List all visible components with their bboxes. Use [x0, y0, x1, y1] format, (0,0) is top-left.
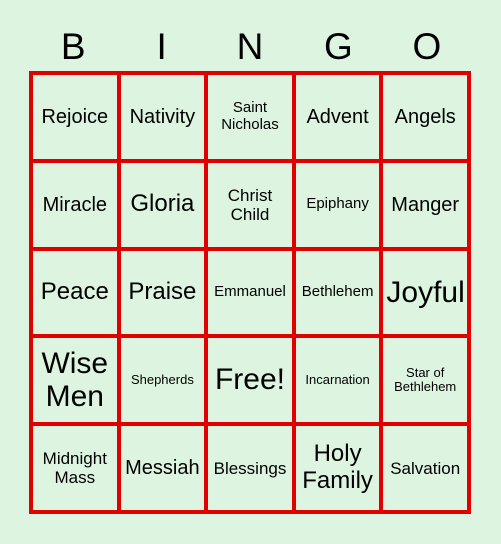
bingo-cell-g5[interactable]: Holy Family — [295, 426, 380, 510]
bingo-cell-o1[interactable]: Angels — [383, 75, 467, 159]
bingo-cell-label: Rejoice — [41, 105, 109, 128]
bingo-cell-b1[interactable]: Rejoice — [33, 75, 117, 159]
bingo-cell-o2[interactable]: Manger — [383, 162, 467, 247]
bingo-cell-b3[interactable]: Peace — [33, 250, 117, 335]
bingo-cell-g1[interactable]: Advent — [295, 75, 380, 159]
bingo-grid: Rejoice Nativity Saint Nicholas Advent A… — [29, 71, 471, 514]
bingo-cell-g3[interactable]: Bethlehem — [295, 250, 380, 335]
bingo-cell-label: Star of Bethlehem — [394, 364, 457, 395]
bingo-cell-free[interactable]: Free! — [208, 338, 292, 423]
bingo-cell-label: Salvation — [390, 458, 461, 478]
bingo-cell-n1[interactable]: Saint Nicholas — [208, 75, 292, 159]
bingo-cell-i5[interactable]: Messiah — [120, 426, 205, 510]
bingo-cell-label: Saint Nicholas — [221, 99, 279, 133]
bingo-cell-o3[interactable]: Joyful — [383, 250, 467, 335]
bingo-cell-label: Holy Family — [302, 440, 373, 495]
bingo-cell-label: Wise Men — [41, 346, 109, 414]
bingo-cell-label: Miracle — [42, 193, 108, 216]
bingo-cell-label: Midnight Mass — [42, 449, 107, 488]
bingo-cell-label: Gloria — [130, 190, 195, 218]
bingo-cell-label: Shepherds — [130, 372, 194, 388]
bingo-cell-i1[interactable]: Nativity — [120, 75, 205, 159]
bingo-cell-label: Manger — [391, 193, 460, 216]
header-letter-g: G — [324, 25, 353, 67]
bingo-cell-label: Blessings — [213, 458, 287, 478]
header-letter-n: N — [236, 25, 264, 67]
bingo-cell-i4[interactable]: Shepherds — [120, 338, 205, 423]
bingo-cell-label: Peace — [40, 278, 109, 306]
bingo-cell-b4[interactable]: Wise Men — [33, 338, 117, 423]
bingo-cell-label: Bethlehem — [301, 283, 374, 301]
bingo-cell-b2[interactable]: Miracle — [33, 162, 117, 247]
bingo-cell-n5[interactable]: Blessings — [208, 426, 292, 510]
bingo-cell-label: Joyful — [386, 275, 465, 309]
bingo-cell-label: Nativity — [129, 105, 196, 128]
bingo-cell-label: Emmanuel — [214, 283, 286, 301]
bingo-cell-o4[interactable]: Star of Bethlehem — [383, 338, 467, 423]
bingo-cell-label: Advent — [306, 105, 369, 128]
bingo-cell-i3[interactable]: Praise — [120, 250, 205, 335]
bingo-cell-b5[interactable]: Midnight Mass — [33, 426, 117, 510]
bingo-cell-label: Messiah — [125, 456, 200, 479]
bingo-cell-n2[interactable]: Christ Child — [208, 162, 292, 247]
bingo-cell-label: Epiphany — [306, 195, 369, 213]
bingo-cell-g4[interactable]: Incarnation — [295, 338, 380, 423]
bingo-cell-i2[interactable]: Gloria — [120, 162, 205, 247]
bingo-card: B I N G O Rejoice Nativity Saint Nichola… — [0, 0, 501, 544]
bingo-cell-label: Christ Child — [227, 185, 273, 224]
bingo-header: B I N G O — [29, 22, 471, 70]
header-letter-o: O — [412, 25, 442, 67]
bingo-cell-label: Praise — [128, 278, 197, 306]
bingo-cell-label: Angels — [394, 105, 456, 128]
bingo-cell-o5[interactable]: Salvation — [383, 426, 467, 510]
bingo-cell-g2[interactable]: Epiphany — [295, 162, 380, 247]
bingo-cell-label: Incarnation — [305, 372, 370, 388]
bingo-cell-label: Free! — [214, 363, 285, 397]
header-letter-b: B — [60, 25, 86, 67]
header-letter-i: I — [156, 25, 167, 67]
bingo-cell-n3[interactable]: Emmanuel — [208, 250, 292, 335]
